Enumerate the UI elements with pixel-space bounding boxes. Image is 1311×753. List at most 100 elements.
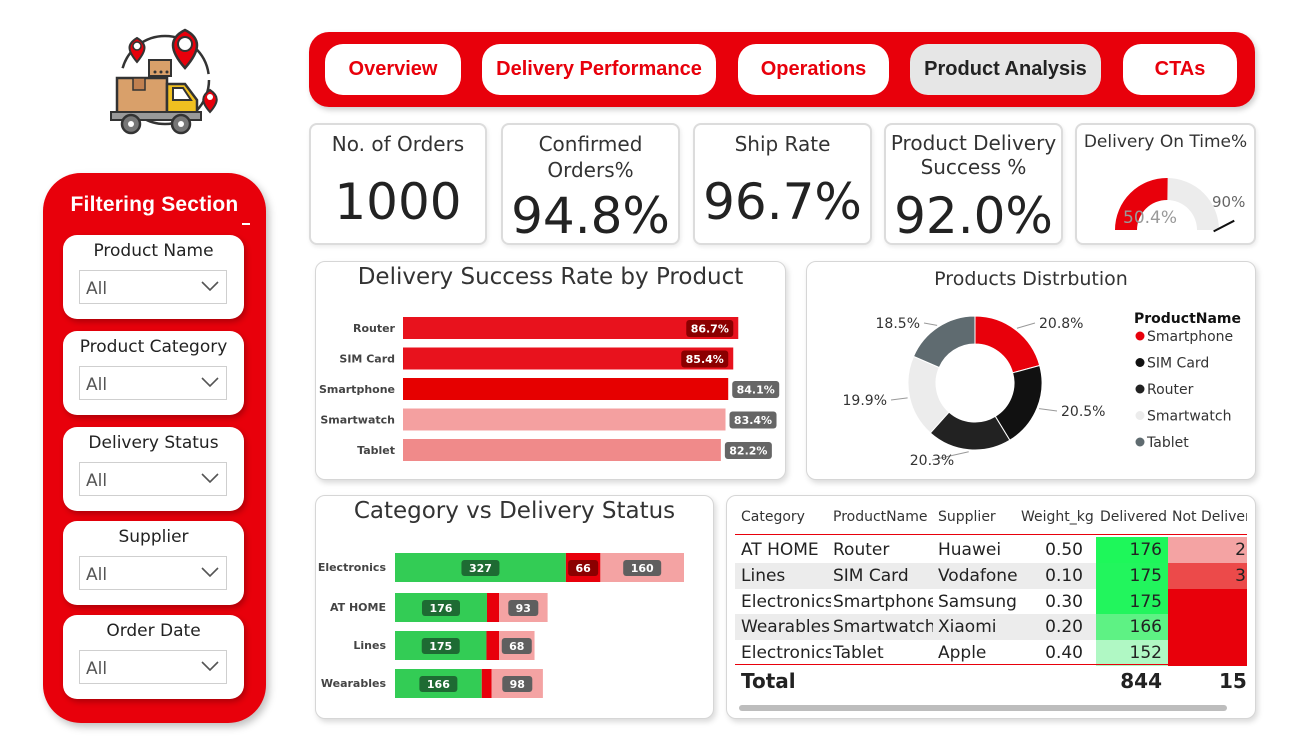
table-cell-supplier: Vodafone <box>938 565 1018 586</box>
success-rate-chart-panel: Delivery Success Rate by Product Router 8… <box>315 261 786 480</box>
table-row[interactable]: AT HOME Router Huawei 0.50 176 2 <box>735 537 1247 563</box>
legend-item[interactable]: Tablet <box>1146 435 1189 451</box>
legend-item[interactable]: Smartwatch <box>1147 409 1231 425</box>
gauge-target-label: 90% <box>1212 193 1245 211</box>
kpi-title: Confirmed <box>538 132 643 156</box>
bar[interactable] <box>403 378 729 400</box>
table-cell-weight: 0.40 <box>1045 643 1083 664</box>
filter-value: All <box>86 375 108 395</box>
table-row[interactable]: Electronics Smartphone Samsung 0.30 175 <box>735 588 1247 615</box>
table-cell-weight: 0.20 <box>1045 617 1083 638</box>
data-label: 160 <box>631 562 654 575</box>
filter-label: Supplier <box>118 527 189 547</box>
filter-value: All <box>86 565 108 585</box>
delivery-status-dropdown[interactable]: All <box>79 462 227 496</box>
stacked-bar-segment[interactable] <box>481 669 492 698</box>
bar-category-label: Tablet <box>357 444 395 457</box>
top-navigation: Overview Delivery Performance Operations… <box>309 32 1255 107</box>
bar-category-label: Lines <box>353 639 386 652</box>
title-underline <box>242 223 250 225</box>
supplier-dropdown[interactable]: All <box>79 556 227 590</box>
table-total-row: Total 844 15 <box>727 668 1247 694</box>
table-cell-product: Smartphone <box>833 591 933 612</box>
table-row[interactable]: Electronics Tablet Apple 0.40 152 <box>735 640 1247 667</box>
total-divider <box>735 664 1247 665</box>
legend-title: ProductName <box>1134 311 1241 327</box>
filter-product-name: Product Name All <box>63 235 244 319</box>
chevron-down-icon <box>201 473 219 484</box>
kpi-value: 1000 <box>334 173 462 231</box>
table-cell-supplier: Apple <box>938 643 987 664</box>
bar-category-label: Electronics <box>318 561 387 574</box>
total-delivered: 844 <box>1120 669 1162 693</box>
table-cell-category: AT HOME <box>741 540 819 560</box>
table-cell-category: Electronics <box>741 643 831 664</box>
bar[interactable] <box>403 408 726 431</box>
chevron-down-icon <box>201 377 219 388</box>
delivery-truck-logo-icon <box>105 22 225 140</box>
success-rate-bar-chart: Router 86.7% SIM Card 85.4% Smartphone 84.1% S… <box>319 317 780 461</box>
kpi-card-confirmed-orders: Confirmed Orders% 94.8% <box>501 123 680 245</box>
table-cell-product: Tablet <box>833 643 884 664</box>
column-header[interactable]: Supplier <box>938 504 1018 530</box>
column-header[interactable]: Category <box>741 504 831 530</box>
filter-value: All <box>86 279 108 299</box>
products-distribution-panel: Products Distrbution ProductName 20.8% Sm… <box>806 261 1256 480</box>
table-row[interactable]: Wearables Smartwatch Xiaomi 0.20 166 <box>735 614 1247 641</box>
tab-delivery-performance[interactable]: Delivery Performance <box>482 44 716 95</box>
order-date-dropdown[interactable]: All <box>79 650 227 684</box>
table-cell-product: Router <box>833 540 890 560</box>
data-label: 85.4% <box>686 353 724 366</box>
kpi-card-delivery-success: Product Delivery Success % 92.0% <box>884 123 1063 245</box>
table-cell-product: Smartwatch <box>833 617 933 638</box>
table-cell-delivered: 152 <box>1096 640 1168 667</box>
legend-item[interactable]: Smartphone <box>1147 329 1233 345</box>
on-time-gauge: 50.4% 90% <box>1115 178 1245 233</box>
filter-label: Order Date <box>106 621 201 641</box>
column-header[interactable]: Delivered <box>1100 504 1170 530</box>
legend-marker <box>1135 384 1145 394</box>
bar[interactable] <box>403 439 721 461</box>
filter-label: Delivery Status <box>88 433 219 453</box>
kpi-card-orders: No. of Orders 1000 <box>309 123 487 245</box>
kpi-value: 94.8% <box>511 187 670 245</box>
slice-label: 20.5% <box>1061 404 1105 420</box>
table-cell-not-delivered <box>1168 588 1247 615</box>
stacked-bar-segment[interactable] <box>486 631 499 660</box>
product-category-dropdown[interactable]: All <box>79 366 227 400</box>
legend-item[interactable]: SIM Card <box>1147 356 1209 372</box>
tab-overview[interactable]: Overview <box>325 44 461 95</box>
tab-ctas[interactable]: CTAs <box>1123 44 1237 95</box>
kpi-title: No. of Orders <box>331 132 465 156</box>
product-name-dropdown[interactable]: All <box>79 270 227 304</box>
data-label: 98 <box>510 678 525 691</box>
filter-section-title: Filtering Section <box>70 193 239 216</box>
category-status-stacked-chart: Electronics 327 66 160 AT HOME 176 93 Lines 175 6… <box>318 553 684 698</box>
column-header[interactable]: Weight_kg <box>1021 504 1093 530</box>
total-not-delivered: 15 <box>1219 669 1247 693</box>
chevron-down-icon <box>201 567 219 578</box>
table-row[interactable]: Lines SIM Card Vodafone 0.10 175 3 <box>735 562 1247 589</box>
tab-product-analysis[interactable]: Product Analysis <box>910 44 1101 95</box>
table-cell-delivered: 166 <box>1096 614 1168 641</box>
horizontal-scrollbar[interactable] <box>739 705 1227 711</box>
legend-marker <box>1135 331 1145 341</box>
table-cell-not-delivered: 2 <box>1168 537 1247 563</box>
filter-label: Product Name <box>93 241 214 261</box>
donut-slice[interactable] <box>912 315 976 369</box>
data-label: 166 <box>427 678 450 691</box>
product-table-panel: Category ProductName Supplier Weight_kg … <box>726 495 1256 719</box>
slice-label: 19.9% <box>843 393 887 409</box>
legend-item[interactable]: Router <box>1147 382 1194 398</box>
table-cell-delivered: 175 <box>1096 588 1168 615</box>
table-cell-product: SIM Card <box>833 565 909 586</box>
column-header[interactable]: Not Delivere <box>1172 504 1247 530</box>
leader-line <box>1016 322 1036 329</box>
tab-operations[interactable]: Operations <box>738 44 889 95</box>
stacked-bar-segment[interactable] <box>486 593 499 622</box>
filter-value: All <box>86 471 108 491</box>
column-header[interactable]: ProductName <box>833 504 933 530</box>
data-label: 86.7% <box>691 323 729 336</box>
category-status-panel: Category vs Delivery Status Electronics 3… <box>315 495 714 719</box>
filter-delivery-status: Delivery Status All <box>63 427 244 511</box>
